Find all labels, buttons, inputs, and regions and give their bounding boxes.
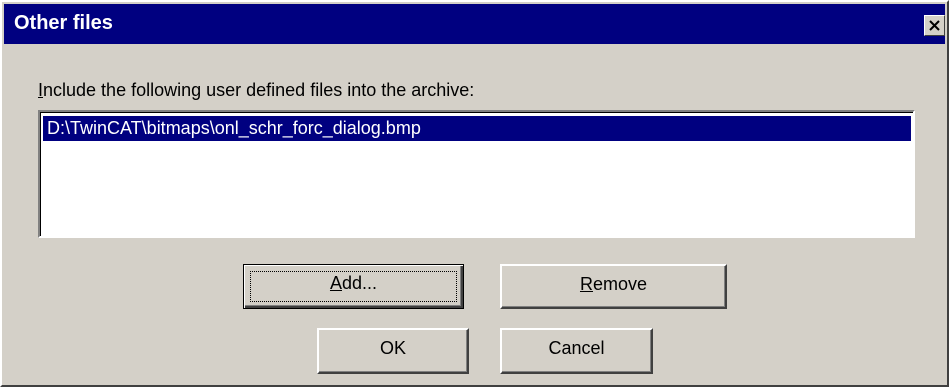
remove-button[interactable]: Remove bbox=[500, 264, 727, 309]
other-files-dialog: Other files Include the following user d… bbox=[0, 0, 949, 387]
ok-button-label: OK bbox=[379, 338, 406, 358]
prompt-text: nclude the following user defined files … bbox=[43, 80, 475, 100]
add-label-rest: dd... bbox=[341, 273, 378, 293]
ok-button[interactable]: OK bbox=[317, 328, 469, 374]
list-item[interactable]: D:\TwinCAT\bitmaps\onl_schr_forc_dialog.… bbox=[43, 116, 911, 141]
include-files-label: Include the following user defined files… bbox=[38, 80, 474, 101]
title-bar[interactable]: Other files bbox=[4, 4, 945, 44]
add-button[interactable]: Add... bbox=[243, 264, 464, 309]
close-icon bbox=[929, 20, 940, 31]
remove-mnemonic: R bbox=[579, 274, 593, 294]
close-button[interactable] bbox=[924, 15, 945, 36]
files-listbox[interactable]: D:\TwinCAT\bitmaps\onl_schr_forc_dialog.… bbox=[38, 110, 915, 238]
remove-button-label: Remove bbox=[502, 274, 725, 295]
add-mnemonic: A bbox=[329, 273, 342, 293]
remove-label-rest: emove bbox=[592, 274, 648, 294]
cancel-button-label: Cancel bbox=[548, 338, 605, 358]
add-button-label: Add... bbox=[244, 273, 463, 294]
dialog-title: Other files bbox=[14, 12, 113, 34]
cancel-button[interactable]: Cancel bbox=[500, 328, 653, 374]
